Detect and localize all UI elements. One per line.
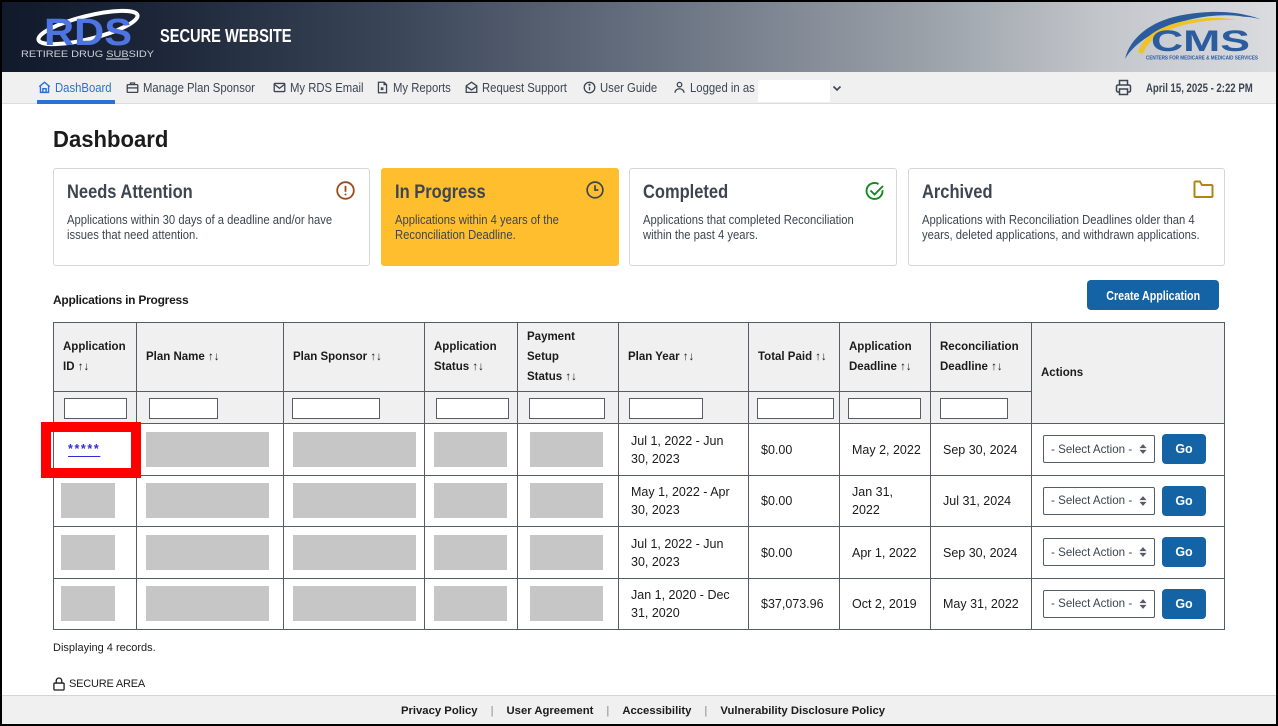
svg-text:CMS: CMS bbox=[1151, 25, 1250, 58]
svg-text:CENTERS FOR MEDICARE & MEDICAI: CENTERS FOR MEDICARE & MEDICAID SERVICES bbox=[1146, 56, 1258, 62]
svg-text:RETIREE DRUG SUBSIDY: RETIREE DRUG SUBSIDY bbox=[21, 49, 154, 59]
svg-text:RDS: RDS bbox=[44, 12, 132, 54]
